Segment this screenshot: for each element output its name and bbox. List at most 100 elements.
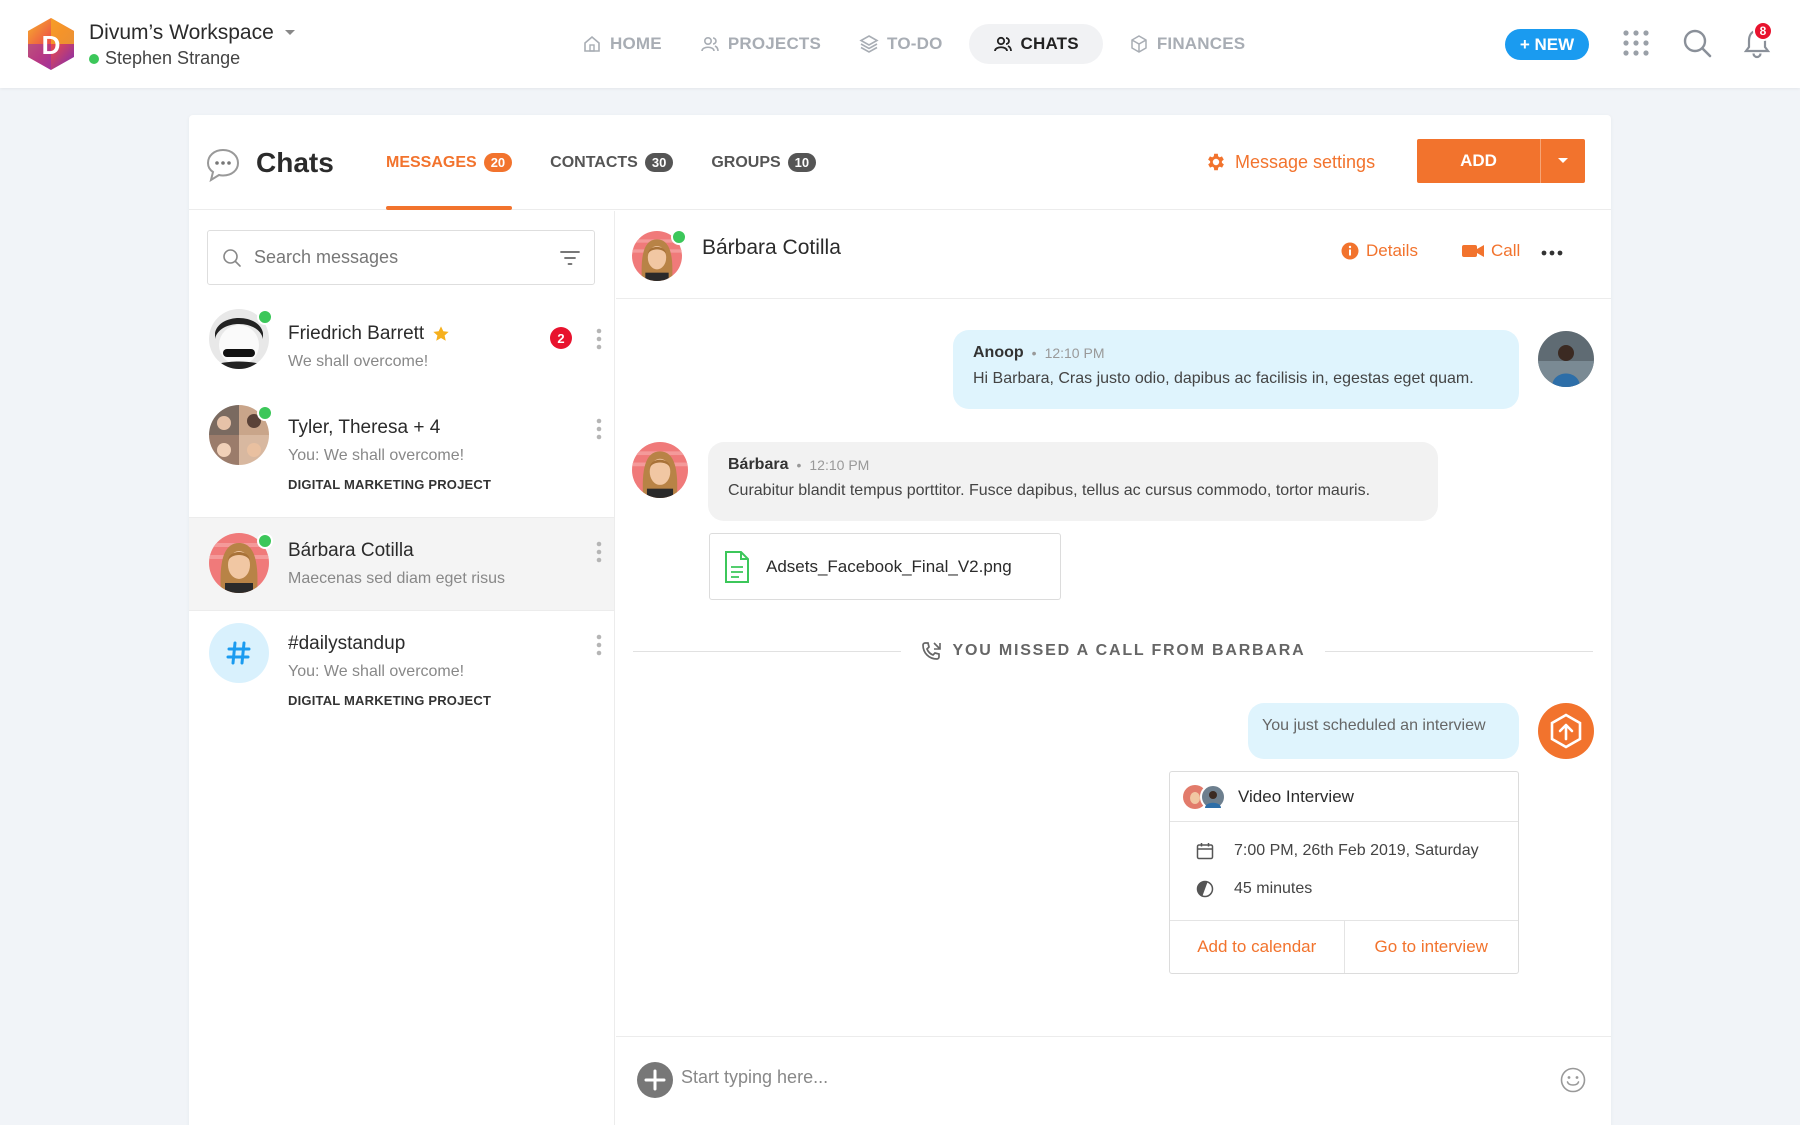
current-user-name: Stephen Strange	[105, 48, 241, 68]
tab-contacts-count: 30	[644, 153, 674, 172]
star-icon[interactable]	[432, 325, 450, 343]
gear-icon	[1208, 153, 1224, 171]
conversation-preview: You: We shall overcome!	[288, 447, 465, 464]
channel-hash-icon	[209, 623, 269, 683]
tab-contacts[interactable]: CONTACTS 30	[550, 115, 674, 210]
message-meta: Anoop • 12:10 PM	[973, 344, 1105, 361]
missed-call-text: YOU MISSED A CALL FROM BARBARA	[952, 642, 1306, 659]
conversation-item-selected[interactable]: Bárbara Cotilla Maecenas sed diam eget r…	[189, 517, 614, 611]
missed-call-icon	[921, 642, 941, 660]
unread-badge: 2	[550, 327, 572, 349]
conversation-item[interactable]: #dailystandup You: We shall overcome! DI…	[189, 611, 614, 733]
system-message: You just scheduled an interview	[1248, 703, 1519, 759]
search-icon[interactable]	[1681, 27, 1713, 59]
message-time: 12:10 PM	[1044, 345, 1105, 361]
nav-todo-label: TO-DO	[887, 34, 943, 53]
file-attachment[interactable]: Adsets_Facebook_Final_V2.png	[709, 533, 1061, 600]
nav-finances[interactable]: FINANCES	[1117, 24, 1258, 64]
add-dropdown-button[interactable]	[1541, 139, 1585, 183]
tab-groups[interactable]: GROUPS 10	[711, 115, 817, 210]
interview-duration-text: 45 minutes	[1234, 880, 1313, 897]
conversation-item[interactable]: Tyler, Theresa + 4 You: We shall overcom…	[189, 395, 614, 517]
interview-card-header: Video Interview	[1170, 772, 1518, 822]
conversation-name: Friedrich Barrett	[288, 323, 450, 345]
conversation-preview: Maecenas sed diam eget risus	[288, 570, 505, 587]
conversation-name: #dailystandup	[288, 633, 405, 655]
tab-groups-label: GROUPS	[711, 153, 781, 171]
interview-title: Video Interview	[1238, 786, 1354, 806]
conversation-item[interactable]: Friedrich Barrett We shall overcome! 2	[189, 299, 614, 395]
chat-contact-name: Bárbara Cotilla	[702, 236, 841, 259]
message-composer	[616, 1036, 1611, 1125]
message-text: Hi Barbara, Cras justo odio, dapibus ac …	[973, 370, 1474, 387]
online-status-icon	[257, 533, 273, 549]
tab-messages[interactable]: MESSAGES 20	[386, 115, 513, 210]
app-bot-icon	[1538, 703, 1594, 759]
message-received: Bárbara • 12:10 PM Curabitur blandit tem…	[708, 442, 1438, 521]
video-camera-icon	[1462, 245, 1484, 257]
online-status-icon	[257, 405, 273, 421]
more-vertical-icon[interactable]	[589, 540, 609, 564]
more-vertical-icon[interactable]	[589, 633, 609, 657]
add-button-group: ADD	[1417, 139, 1585, 183]
avatar	[1538, 331, 1594, 387]
conversation-preview: You: We shall overcome!	[288, 663, 465, 680]
interview-card: Video Interview 7:00 PM, 26th Feb 2019, …	[1169, 771, 1519, 974]
nav-todo[interactable]: TO-DO	[847, 24, 954, 64]
current-user: Stephen Strange	[89, 48, 240, 69]
message-input[interactable]	[681, 1067, 1481, 1088]
apps-grid-icon[interactable]	[1620, 27, 1652, 59]
workspace-logo-icon[interactable]: D	[24, 16, 78, 72]
file-name: Adsets_Facebook_Final_V2.png	[766, 556, 1012, 576]
interview-datetime-text: 7:00 PM, 26th Feb 2019, Saturday	[1234, 842, 1479, 859]
workspace-switcher[interactable]: Divum’s Workspace	[89, 21, 296, 45]
nav-chats[interactable]: CHATS	[968, 24, 1103, 64]
workspace-name: Divum’s Workspace	[89, 21, 274, 44]
message-settings-button[interactable]: Message settings	[1205, 149, 1375, 175]
layers-icon	[859, 35, 879, 53]
more-horizontal-icon[interactable]	[1540, 247, 1564, 259]
filter-icon[interactable]	[560, 250, 580, 266]
conversation-name-text: #dailystandup	[288, 633, 406, 654]
tab-contacts-label: CONTACTS	[550, 153, 638, 171]
participants-avatars	[1183, 783, 1226, 810]
nav-projects[interactable]: PROJECTS	[688, 24, 833, 64]
users-icon	[701, 36, 719, 52]
home-icon	[584, 35, 600, 52]
page-title: Chats	[256, 147, 334, 178]
conversation-name-text: Tyler, Theresa + 4	[288, 417, 441, 438]
message-sent: Anoop • 12:10 PM Hi Barbara, Cras justo …	[953, 330, 1519, 409]
clock-icon	[1196, 880, 1214, 898]
info-icon	[1341, 242, 1359, 260]
interview-actions: Add to calendar Go to interview	[1170, 920, 1518, 973]
svg-text:D: D	[42, 30, 61, 60]
nav-chats-label: CHATS	[1020, 34, 1079, 53]
nav-finances-label: FINANCES	[1156, 34, 1246, 53]
message-meta: Bárbara • 12:10 PM	[728, 456, 870, 473]
go-to-interview-button[interactable]: Go to interview	[1345, 921, 1519, 973]
call-button[interactable]: Call	[1462, 241, 1520, 261]
details-button[interactable]: Details	[1341, 241, 1418, 261]
add-button[interactable]: ADD	[1417, 139, 1541, 183]
add-attachment-icon[interactable]	[637, 1062, 673, 1098]
new-button[interactable]: + NEW	[1505, 29, 1589, 60]
search-icon	[223, 248, 241, 267]
search-input[interactable]	[254, 247, 548, 268]
tab-messages-count: 20	[483, 153, 513, 172]
caret-down-icon	[284, 30, 295, 35]
more-vertical-icon[interactable]	[589, 417, 609, 441]
nav-home[interactable]: HOME	[570, 24, 674, 64]
chats-panel: Chats MESSAGES 20 CONTACTS 30 GROUPS 10 …	[189, 115, 1611, 1125]
chat-header: Bárbara Cotilla Details Call	[616, 211, 1611, 299]
notification-badge: 8	[1753, 21, 1773, 41]
message-text: Curabitur blandit tempus porttitor. Fusc…	[728, 482, 1371, 499]
more-vertical-icon[interactable]	[589, 327, 609, 351]
message-author: Bárbara	[728, 456, 789, 473]
search-box	[207, 230, 595, 285]
conversation-list: Friedrich Barrett We shall overcome! 2 T…	[189, 211, 615, 1125]
message-time: 12:10 PM	[809, 457, 870, 473]
details-label: Details	[1366, 241, 1418, 260]
add-to-calendar-button[interactable]: Add to calendar	[1170, 921, 1345, 973]
conversation-name: Tyler, Theresa + 4	[288, 417, 440, 439]
emoji-icon[interactable]	[1560, 1067, 1586, 1093]
